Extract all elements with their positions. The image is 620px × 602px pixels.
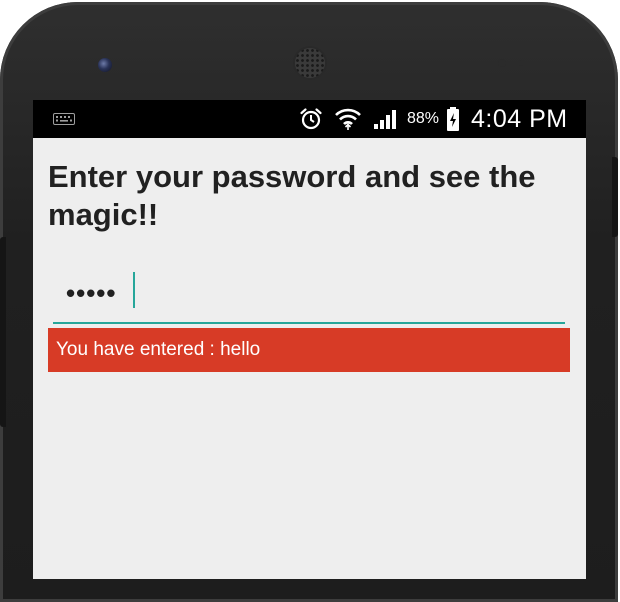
volume-button (0, 237, 6, 427)
status-time: 4:04 PM (471, 104, 568, 133)
light-sensor (518, 60, 524, 66)
screen: 88% 4:04 PM Enter your password and see … (33, 100, 586, 579)
alarm-clock-icon (299, 100, 323, 138)
wifi-icon (334, 100, 362, 138)
status-bar: 88% 4:04 PM (33, 100, 586, 138)
battery-charging-icon (446, 100, 460, 138)
front-camera (98, 58, 112, 72)
password-value: ••••• (66, 278, 117, 308)
text-cursor (133, 272, 135, 308)
cell-signal-icon (373, 100, 399, 138)
result-banner: You have entered : hello (48, 328, 570, 372)
earpiece-speaker (295, 48, 325, 78)
page-title: Enter your password and see the magic!! (48, 159, 536, 232)
power-button (612, 157, 618, 237)
proximity-sensor (498, 59, 506, 67)
keyboard-icon (53, 100, 75, 138)
battery-percent: 88% (407, 110, 440, 127)
result-text: You have entered : hello (56, 339, 261, 360)
password-field[interactable]: ••••• (53, 272, 565, 324)
